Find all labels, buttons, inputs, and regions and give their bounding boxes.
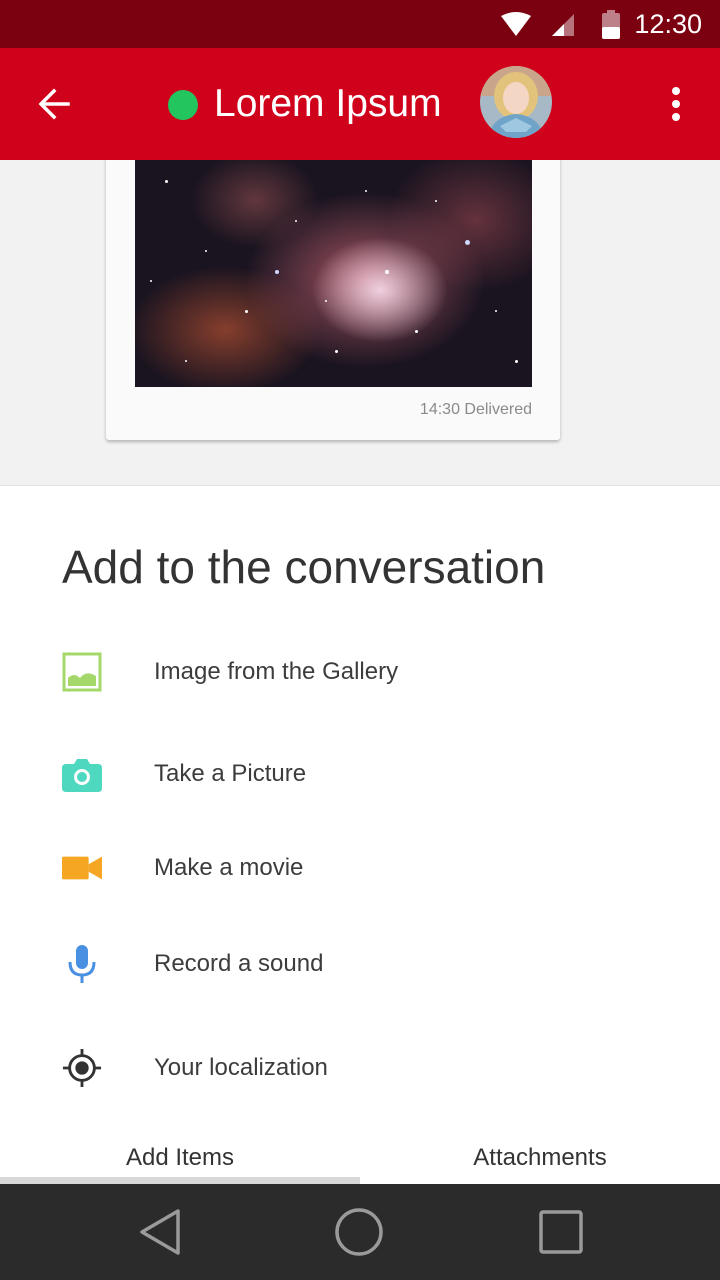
more-options-button[interactable]: [650, 76, 702, 132]
option-your-localization[interactable]: Your localization: [0, 1028, 720, 1108]
tab-attachments[interactable]: Attachments: [360, 1130, 720, 1186]
arrow-back-icon: [38, 88, 70, 120]
back-button[interactable]: [24, 76, 84, 132]
location-target-icon: [62, 1048, 102, 1088]
more-vert-icon: [672, 87, 680, 121]
nav-recents-button[interactable]: [511, 1184, 611, 1280]
microphone-icon: [62, 944, 102, 984]
status-time: 12:30: [634, 9, 702, 39]
message-image-nebula[interactable]: [135, 160, 532, 387]
option-label: Your localization: [154, 1054, 328, 1081]
option-label: Take a Picture: [154, 760, 307, 787]
camera-icon: [62, 754, 102, 794]
option-label: Image from the Gallery: [154, 658, 399, 685]
system-navigation-bar: [0, 1184, 720, 1280]
video-icon: [62, 848, 102, 888]
app-bar: Lorem Ipsum: [0, 48, 720, 160]
message-delivery-status: 14:30 Delivered: [419, 401, 532, 418]
online-status-dot: [168, 90, 198, 120]
sheet-title: Add to the conversation: [62, 541, 546, 593]
contact-avatar[interactable]: [480, 66, 552, 138]
option-make-movie[interactable]: Make a movie: [0, 828, 720, 908]
option-record-sound[interactable]: Record a sound: [0, 924, 720, 1004]
option-label: Make a movie: [154, 854, 304, 881]
avatar-image: [480, 66, 552, 138]
cellular-signal-icon: [552, 14, 574, 36]
circle-home-icon: [335, 1208, 383, 1256]
wifi-icon: [501, 12, 531, 36]
contact-name: Lorem Ipsum: [214, 82, 442, 125]
option-image-from-gallery[interactable]: Image from the Gallery: [0, 632, 720, 712]
nav-back-button[interactable]: [110, 1184, 210, 1280]
triangle-back-icon: [140, 1209, 180, 1255]
nav-home-button[interactable]: [309, 1184, 409, 1280]
battery-icon: [602, 10, 620, 39]
message-bubble[interactable]: 14:30 Delivered: [106, 160, 560, 440]
option-take-picture[interactable]: Take a Picture: [0, 734, 720, 814]
option-label: Record a sound: [154, 950, 324, 977]
gallery-icon: [62, 652, 102, 692]
status-bar: 12:30: [0, 0, 720, 48]
chat-area: 14:30 Delivered: [0, 160, 720, 486]
square-recents-icon: [539, 1210, 583, 1254]
tab-selected-indicator: [0, 1177, 360, 1184]
